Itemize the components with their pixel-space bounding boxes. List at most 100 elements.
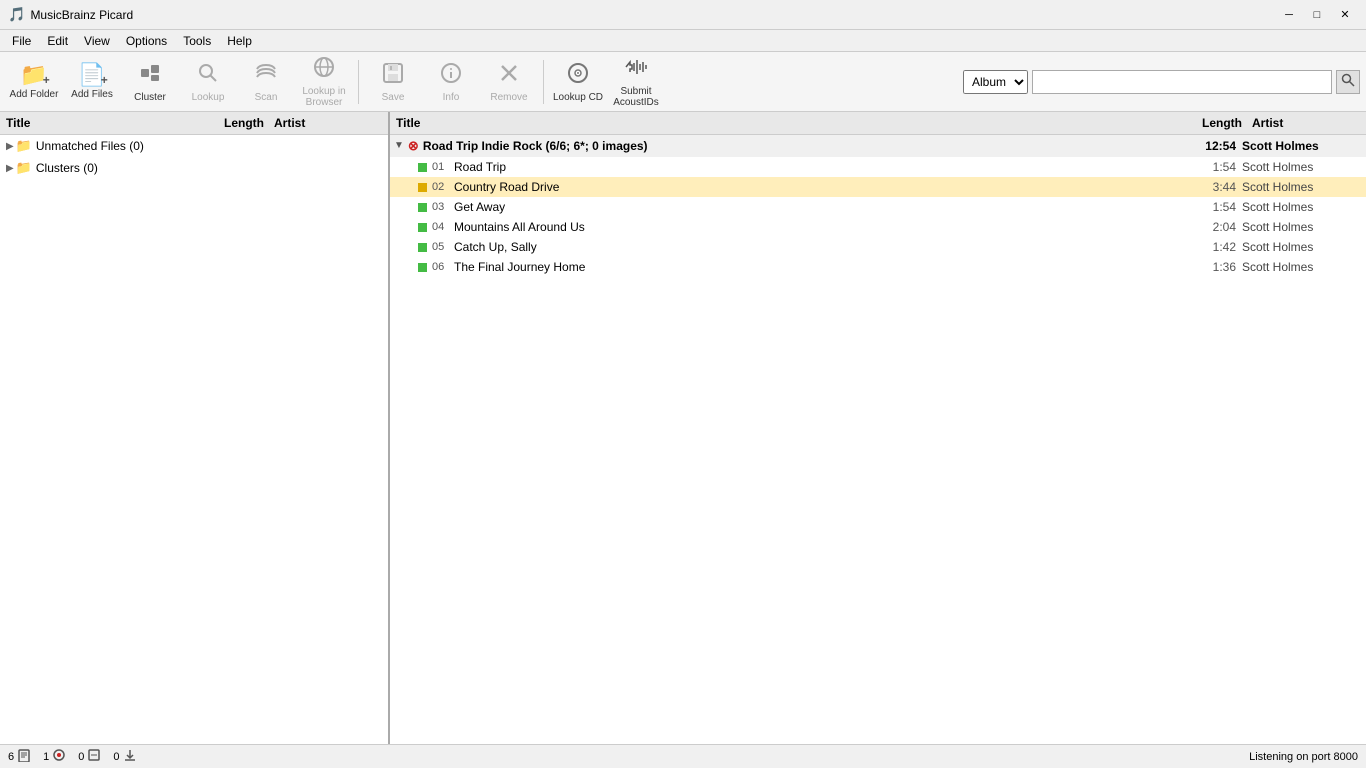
- track-row-4[interactable]: 04 Mountains All Around Us 2:04 Scott Ho…: [390, 217, 1366, 237]
- right-length-col: Length: [1191, 114, 1246, 132]
- submit-acoustid-icon: [624, 55, 648, 83]
- track-artist-3: Scott Holmes: [1242, 200, 1362, 214]
- app-title: MusicBrainz Picard: [30, 8, 1276, 22]
- track-artist-5: Scott Holmes: [1242, 240, 1362, 254]
- add-files-label: Add Files: [71, 89, 113, 100]
- search-input[interactable]: [1032, 70, 1332, 94]
- minimize-button[interactable]: ─: [1276, 5, 1302, 25]
- track-row-2[interactable]: 02 Country Road Drive 3:44 Scott Holmes: [390, 177, 1366, 197]
- pending-icon: [52, 748, 66, 765]
- lookup-label: Lookup: [192, 92, 225, 103]
- lookup-cd-button[interactable]: Lookup CD: [550, 56, 606, 108]
- track-title-3: Get Away: [454, 200, 1187, 214]
- track-title-5: Catch Up, Sally: [454, 240, 1187, 254]
- lookup-browser-button[interactable]: Lookup in Browser: [296, 56, 352, 108]
- track-num-6: 06: [432, 261, 454, 273]
- album-expand-icon[interactable]: ▼: [394, 140, 404, 151]
- search-button[interactable]: [1336, 70, 1360, 94]
- menu-file[interactable]: File: [4, 32, 39, 50]
- track-num-5: 05: [432, 241, 454, 253]
- left-title-col: Title: [0, 114, 213, 132]
- track-artist-2: Scott Holmes: [1242, 180, 1362, 194]
- track-title-2: Country Road Drive: [454, 180, 1187, 194]
- download-count: 0: [113, 751, 119, 763]
- menu-edit[interactable]: Edit: [39, 32, 76, 50]
- album-row[interactable]: ▼ ⊗ Road Trip Indie Rock (6/6; 6*; 0 ima…: [390, 135, 1366, 157]
- info-icon: [439, 61, 463, 89]
- files-status: 6: [8, 748, 31, 765]
- right-title-col: Title: [390, 114, 1191, 132]
- close-button[interactable]: ✕: [1332, 5, 1358, 25]
- track-row-5[interactable]: 05 Catch Up, Sally 1:42 Scott Holmes: [390, 237, 1366, 257]
- search-area: Album Artist Track: [963, 70, 1360, 94]
- track-num-3: 03: [432, 201, 454, 213]
- menu-view[interactable]: View: [76, 32, 118, 50]
- album-record-icon: ⊗: [408, 138, 419, 154]
- track-status-icon-2: [418, 183, 427, 192]
- track-row-1[interactable]: 01 Road Trip 1:54 Scott Holmes: [390, 157, 1366, 177]
- submit-acoustid-button[interactable]: Submit AcoustIDs: [608, 56, 664, 108]
- track-length-5: 1:42: [1187, 240, 1242, 254]
- scan-button[interactable]: Scan: [238, 56, 294, 108]
- remove-icon: [497, 61, 521, 89]
- track-length-2: 3:44: [1187, 180, 1242, 194]
- menu-options[interactable]: Options: [118, 32, 175, 50]
- download-icon: [123, 748, 137, 765]
- clusters-item[interactable]: ▶ 📁 Clusters (0): [0, 157, 388, 179]
- track-title-1: Road Trip: [454, 160, 1187, 174]
- clusters-folder-icon: 📁: [16, 160, 32, 176]
- track-title-4: Mountains All Around Us: [454, 220, 1187, 234]
- download-status: 0: [113, 748, 136, 765]
- pending-count: 1: [43, 751, 49, 763]
- track-status-icon-1: [418, 163, 427, 172]
- left-length-col: Length: [213, 114, 268, 132]
- remove-button[interactable]: Remove: [481, 56, 537, 108]
- track-artist-4: Scott Holmes: [1242, 220, 1362, 234]
- files-icon: [17, 748, 31, 765]
- track-status-icon-3: [418, 203, 427, 212]
- toolbar-sep-1: [358, 60, 359, 104]
- track-num-1: 01: [432, 161, 454, 173]
- search-icon: [1341, 73, 1355, 90]
- save-icon: [381, 61, 405, 89]
- remove-label: Remove: [490, 92, 527, 103]
- menu-help[interactable]: Help: [219, 32, 260, 50]
- add-folder-icon: 📁 +: [20, 64, 47, 86]
- add-files-button[interactable]: 📄 + Add Files: [64, 56, 120, 108]
- add-files-icon: 📄 +: [78, 64, 105, 86]
- modified-count: 0: [78, 751, 84, 763]
- titlebar: 🎵 MusicBrainz Picard ─ □ ✕: [0, 0, 1366, 30]
- lookup-browser-icon: [312, 55, 336, 83]
- info-button[interactable]: Info: [423, 56, 479, 108]
- track-row-3[interactable]: 03 Get Away 1:54 Scott Holmes: [390, 197, 1366, 217]
- window-controls: ─ □ ✕: [1276, 5, 1358, 25]
- scan-label: Scan: [255, 92, 278, 103]
- unmatched-files-label: Unmatched Files (0): [36, 139, 144, 153]
- add-folder-button[interactable]: 📁 + Add Folder: [6, 56, 62, 108]
- unmatched-folder-icon: 📁: [16, 138, 32, 154]
- track-num-4: 04: [432, 221, 454, 233]
- search-filter-select[interactable]: Album Artist Track: [963, 70, 1028, 94]
- save-button[interactable]: Save: [365, 56, 421, 108]
- lookup-cd-label: Lookup CD: [553, 92, 603, 103]
- left-artist-col: Artist: [268, 114, 388, 132]
- track-status-icon-5: [418, 243, 427, 252]
- track-title-6: The Final Journey Home: [454, 260, 1187, 274]
- app-icon: 🎵: [8, 6, 25, 23]
- track-status-icon-6: [418, 263, 427, 272]
- album-title: Road Trip Indie Rock (6/6; 6*; 0 images): [423, 139, 1187, 153]
- track-length-4: 2:04: [1187, 220, 1242, 234]
- menu-tools[interactable]: Tools: [175, 32, 219, 50]
- toolbar-sep-2: [543, 60, 544, 104]
- main-area: Title Length Artist ▶ 📁 Unmatched Files …: [0, 112, 1366, 744]
- cluster-button[interactable]: Cluster: [122, 56, 178, 108]
- lookup-cd-icon: [566, 61, 590, 89]
- lookup-button[interactable]: Lookup: [180, 56, 236, 108]
- modified-icon: [87, 748, 101, 765]
- unmatched-files-item[interactable]: ▶ 📁 Unmatched Files (0): [0, 135, 388, 157]
- album-artist: Scott Holmes: [1242, 139, 1362, 153]
- maximize-button[interactable]: □: [1304, 5, 1330, 25]
- cluster-label: Cluster: [134, 92, 166, 103]
- track-row-6[interactable]: 06 The Final Journey Home 1:36 Scott Hol…: [390, 257, 1366, 277]
- statusbar: 6 1 0 0: [0, 744, 1366, 768]
